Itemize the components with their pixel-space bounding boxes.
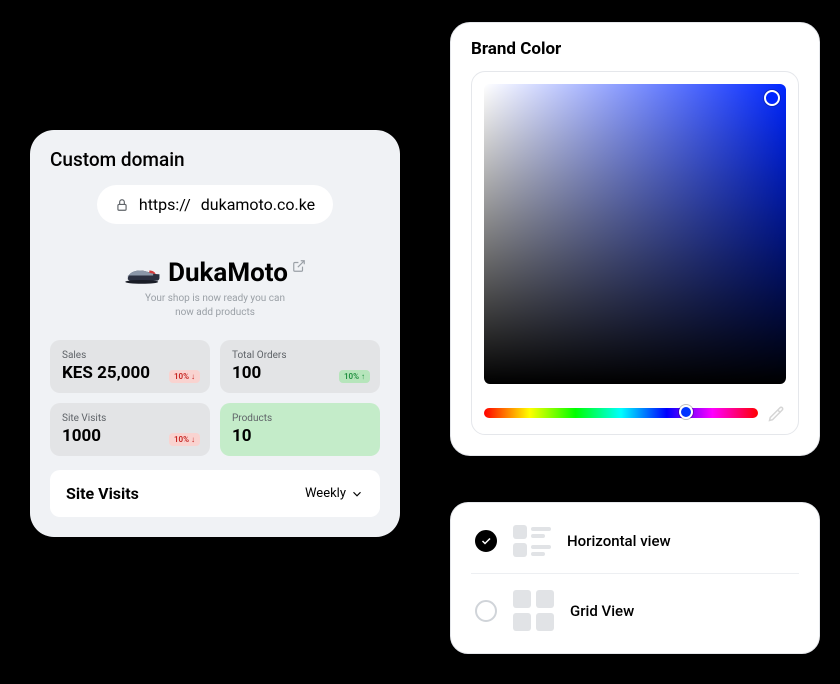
visits-panel-title: Site Visits [66, 484, 139, 503]
stat-value: 10 [232, 426, 368, 446]
saturation-value-area[interactable] [484, 84, 786, 384]
color-picker [471, 71, 799, 435]
stat-card-visits[interactable]: Site Visits 1000 10% ↓ [50, 403, 210, 456]
domain-protocol: https:// [139, 195, 191, 214]
lock-icon [115, 198, 129, 212]
custom-domain-title: Custom domain [50, 148, 380, 171]
radio-checked[interactable] [475, 530, 497, 552]
external-link-icon[interactable] [292, 259, 306, 273]
check-icon [480, 535, 492, 547]
stat-card-products[interactable]: Products 10 [220, 403, 380, 456]
shoe-icon [124, 260, 162, 286]
stats-grid: Sales KES 25,000 10% ↓ Total Orders 100 … [30, 326, 400, 466]
grid-layout-icon [513, 590, 554, 631]
stat-label: Products [232, 413, 368, 424]
hue-handle[interactable] [679, 405, 693, 419]
shop-subtitle: Your shop is now ready you can now add p… [50, 292, 380, 320]
stat-label: Site Visits [62, 413, 198, 424]
domain-name: dukamoto.co.ke [201, 195, 315, 214]
radio-unchecked[interactable] [475, 600, 497, 622]
sv-handle[interactable] [764, 90, 780, 106]
stat-label: Sales [62, 350, 198, 361]
stat-card-sales[interactable]: Sales KES 25,000 10% ↓ [50, 340, 210, 393]
view-option-label: Horizontal view [567, 532, 671, 550]
stat-badge: 10% ↓ [169, 433, 200, 446]
domain-input-pill[interactable]: https:// dukamoto.co.ke [97, 185, 333, 224]
brand-color-card: Brand Color [450, 22, 820, 456]
chevron-down-icon [350, 487, 364, 501]
dashboard-card: Custom domain https:// dukamoto.co.ke Du… [30, 130, 400, 537]
stat-label: Total Orders [232, 350, 368, 361]
view-option-horizontal[interactable]: Horizontal view [471, 509, 799, 573]
custom-domain-section: Custom domain https:// dukamoto.co.ke [30, 130, 400, 248]
stat-card-orders[interactable]: Total Orders 100 10% ↑ [220, 340, 380, 393]
view-option-grid[interactable]: Grid View [471, 573, 799, 647]
view-option-label: Grid View [570, 602, 634, 620]
hue-slider[interactable] [484, 408, 758, 418]
stat-badge: 10% ↑ [339, 370, 370, 383]
shop-name: DukaMoto [168, 258, 288, 288]
view-options-card: Horizontal view Grid View [450, 502, 820, 654]
period-dropdown[interactable]: Weekly [305, 486, 364, 501]
site-visits-panel: Site Visits Weekly [50, 470, 380, 517]
horizontal-layout-icon [513, 525, 551, 557]
eyedropper-icon[interactable] [768, 404, 786, 422]
shop-header: DukaMoto Your shop is now ready you can … [30, 248, 400, 326]
brand-color-title: Brand Color [471, 39, 799, 59]
stat-badge: 10% ↓ [169, 370, 200, 383]
